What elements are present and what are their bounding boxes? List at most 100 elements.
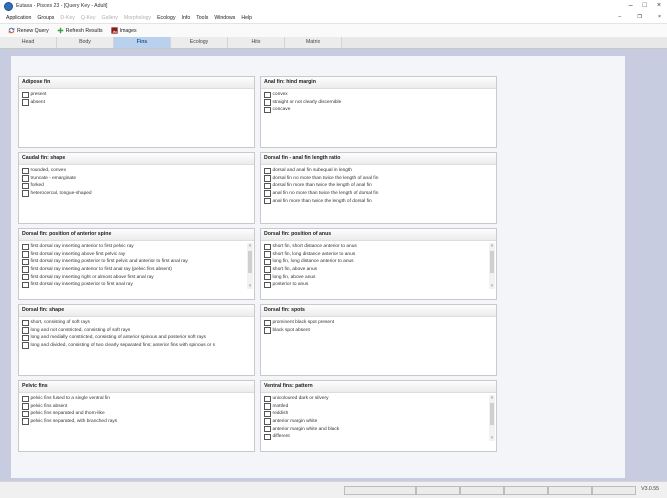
option-item[interactable]: posterior to anus — [264, 281, 486, 289]
option-checkbox[interactable] — [22, 281, 29, 289]
refresh-results-button[interactable]: Refresh Results — [57, 27, 103, 34]
option-checkbox[interactable] — [264, 410, 271, 418]
option-item[interactable]: first dorsal ray inserting anterior to f… — [22, 266, 244, 274]
close-button[interactable]: × — [657, 0, 661, 12]
option-checkbox[interactable] — [264, 190, 271, 197]
vertical-scrollbar[interactable]: ˄ ˅ — [489, 395, 495, 441]
mdi-minimize-button[interactable]: – — [618, 12, 621, 23]
option-item[interactable]: reddish — [264, 410, 486, 418]
option-checkbox[interactable] — [264, 273, 271, 281]
option-item[interactable]: heterocercal, tongue-shaped — [22, 190, 251, 198]
option-checkbox[interactable] — [22, 175, 29, 182]
option-item[interactable]: long and medially constricted, consistin… — [22, 334, 251, 342]
option-checkbox[interactable] — [22, 403, 29, 410]
option-item[interactable]: dorsal fin more than twice the length of… — [264, 182, 493, 190]
option-item[interactable]: first dorsal ray inserting posterior to … — [22, 281, 244, 289]
maximize-button[interactable]: □ — [643, 0, 647, 12]
option-checkbox[interactable] — [22, 266, 29, 273]
menu-application[interactable]: Application — [6, 15, 31, 21]
option-checkbox[interactable] — [22, 334, 29, 342]
option-item[interactable]: concave — [264, 106, 493, 114]
option-checkbox[interactable] — [264, 99, 271, 106]
scroll-down-icon[interactable]: ˅ — [489, 435, 495, 441]
option-checkbox[interactable] — [264, 182, 271, 190]
option-item[interactable]: truncate - emarginate — [22, 175, 251, 183]
option-item[interactable]: forked — [22, 182, 251, 190]
menu-help[interactable]: Help — [241, 15, 252, 21]
option-item[interactable]: long fin, long distance anterior to anus — [264, 258, 486, 266]
option-item[interactable]: short, consisting of soft rays — [22, 319, 251, 327]
tab-fins[interactable]: Fins — [114, 37, 171, 48]
scroll-thumb[interactable] — [490, 403, 494, 425]
option-item[interactable]: straight or not clearly discernible — [264, 99, 493, 107]
mdi-close-button[interactable]: × — [658, 12, 661, 23]
option-item[interactable]: first dorsal ray inserting right or almo… — [22, 273, 244, 281]
menu-tools[interactable]: Tools — [196, 15, 208, 21]
option-checkbox[interactable] — [22, 273, 29, 281]
option-item[interactable]: pelvic fins separated, with branched ray… — [22, 418, 251, 426]
option-item[interactable]: first dorsal ray inserting posterior to … — [22, 258, 244, 266]
option-checkbox[interactable] — [264, 91, 271, 99]
option-checkbox[interactable] — [22, 327, 29, 334]
option-checkbox[interactable] — [22, 251, 29, 258]
menu-info[interactable]: Info — [182, 15, 191, 21]
option-item[interactable]: black spot absent — [264, 327, 493, 335]
option-item[interactable]: long and not constricted, consisting of … — [22, 327, 251, 335]
option-item[interactable]: first dorsal ray inserting anterior to f… — [22, 243, 244, 251]
menu-ecology[interactable]: Ecology — [157, 15, 175, 21]
option-item[interactable]: rounded, convex — [22, 167, 251, 175]
scroll-up-icon[interactable]: ˄ — [489, 395, 495, 401]
option-checkbox[interactable] — [264, 395, 271, 403]
option-item[interactable]: anterior margin white — [264, 418, 486, 426]
option-checkbox[interactable] — [22, 91, 29, 99]
option-checkbox[interactable] — [22, 342, 29, 349]
vertical-scrollbar[interactable]: ˄ ˅ — [247, 243, 253, 289]
option-checkbox[interactable] — [264, 418, 271, 425]
option-checkbox[interactable] — [264, 425, 271, 433]
option-item[interactable]: short fin, short distance anterior to an… — [264, 243, 486, 251]
option-checkbox[interactable] — [22, 243, 29, 251]
option-checkbox[interactable] — [22, 190, 29, 197]
option-item[interactable]: pelvic fins fused to a single ventral fi… — [22, 395, 251, 403]
scroll-up-icon[interactable]: ˄ — [489, 243, 495, 249]
option-item[interactable]: short fin, long distance anterior to anu… — [264, 251, 486, 259]
option-checkbox[interactable] — [264, 433, 271, 441]
option-item[interactable]: pelvic fins separated and thorn-like — [22, 410, 251, 418]
vertical-scrollbar[interactable]: ˄ ˅ — [489, 243, 495, 289]
option-checkbox[interactable] — [264, 243, 271, 251]
option-checkbox[interactable] — [22, 410, 29, 418]
option-checkbox[interactable] — [22, 258, 29, 266]
option-item[interactable]: convex — [264, 91, 493, 99]
option-checkbox[interactable] — [264, 251, 271, 258]
images-button[interactable]: Images — [110, 27, 137, 34]
option-item[interactable]: pelvic fins absent — [22, 403, 251, 411]
tab-matrix[interactable]: Matrix — [285, 37, 342, 48]
option-item[interactable]: present — [22, 91, 251, 99]
option-item[interactable]: long fin, above anus — [264, 273, 486, 281]
mdi-restore-button[interactable]: ❐ — [637, 12, 642, 23]
scroll-thumb[interactable] — [248, 251, 252, 273]
menu-groups[interactable]: Groups — [37, 15, 54, 21]
option-item[interactable]: long and divided, consisting of two clea… — [22, 342, 251, 350]
option-checkbox[interactable] — [264, 281, 271, 289]
menu-windows[interactable]: Windows — [214, 15, 235, 21]
option-checkbox[interactable] — [22, 182, 29, 190]
minimize-button[interactable]: – — [629, 0, 633, 12]
tab-hits[interactable]: Hits — [228, 37, 285, 48]
option-checkbox[interactable] — [22, 99, 29, 106]
option-item[interactable]: short fin, above anus — [264, 266, 486, 274]
tab-body[interactable]: Body — [57, 37, 114, 48]
option-checkbox[interactable] — [22, 319, 29, 327]
option-checkbox[interactable] — [264, 258, 271, 266]
option-checkbox[interactable] — [264, 266, 271, 273]
option-checkbox[interactable] — [264, 175, 271, 182]
option-item[interactable]: absent — [22, 99, 251, 107]
option-checkbox[interactable] — [264, 106, 271, 114]
scroll-thumb[interactable] — [490, 251, 494, 273]
option-checkbox[interactable] — [22, 167, 29, 175]
option-item[interactable]: dorsal fin no more than twice the length… — [264, 175, 493, 183]
option-checkbox[interactable] — [22, 395, 29, 403]
option-checkbox[interactable] — [264, 327, 271, 334]
renew-query-button[interactable]: Renew Query — [8, 27, 49, 34]
option-item[interactable]: dorsal and anal fin subequal in length — [264, 167, 493, 175]
